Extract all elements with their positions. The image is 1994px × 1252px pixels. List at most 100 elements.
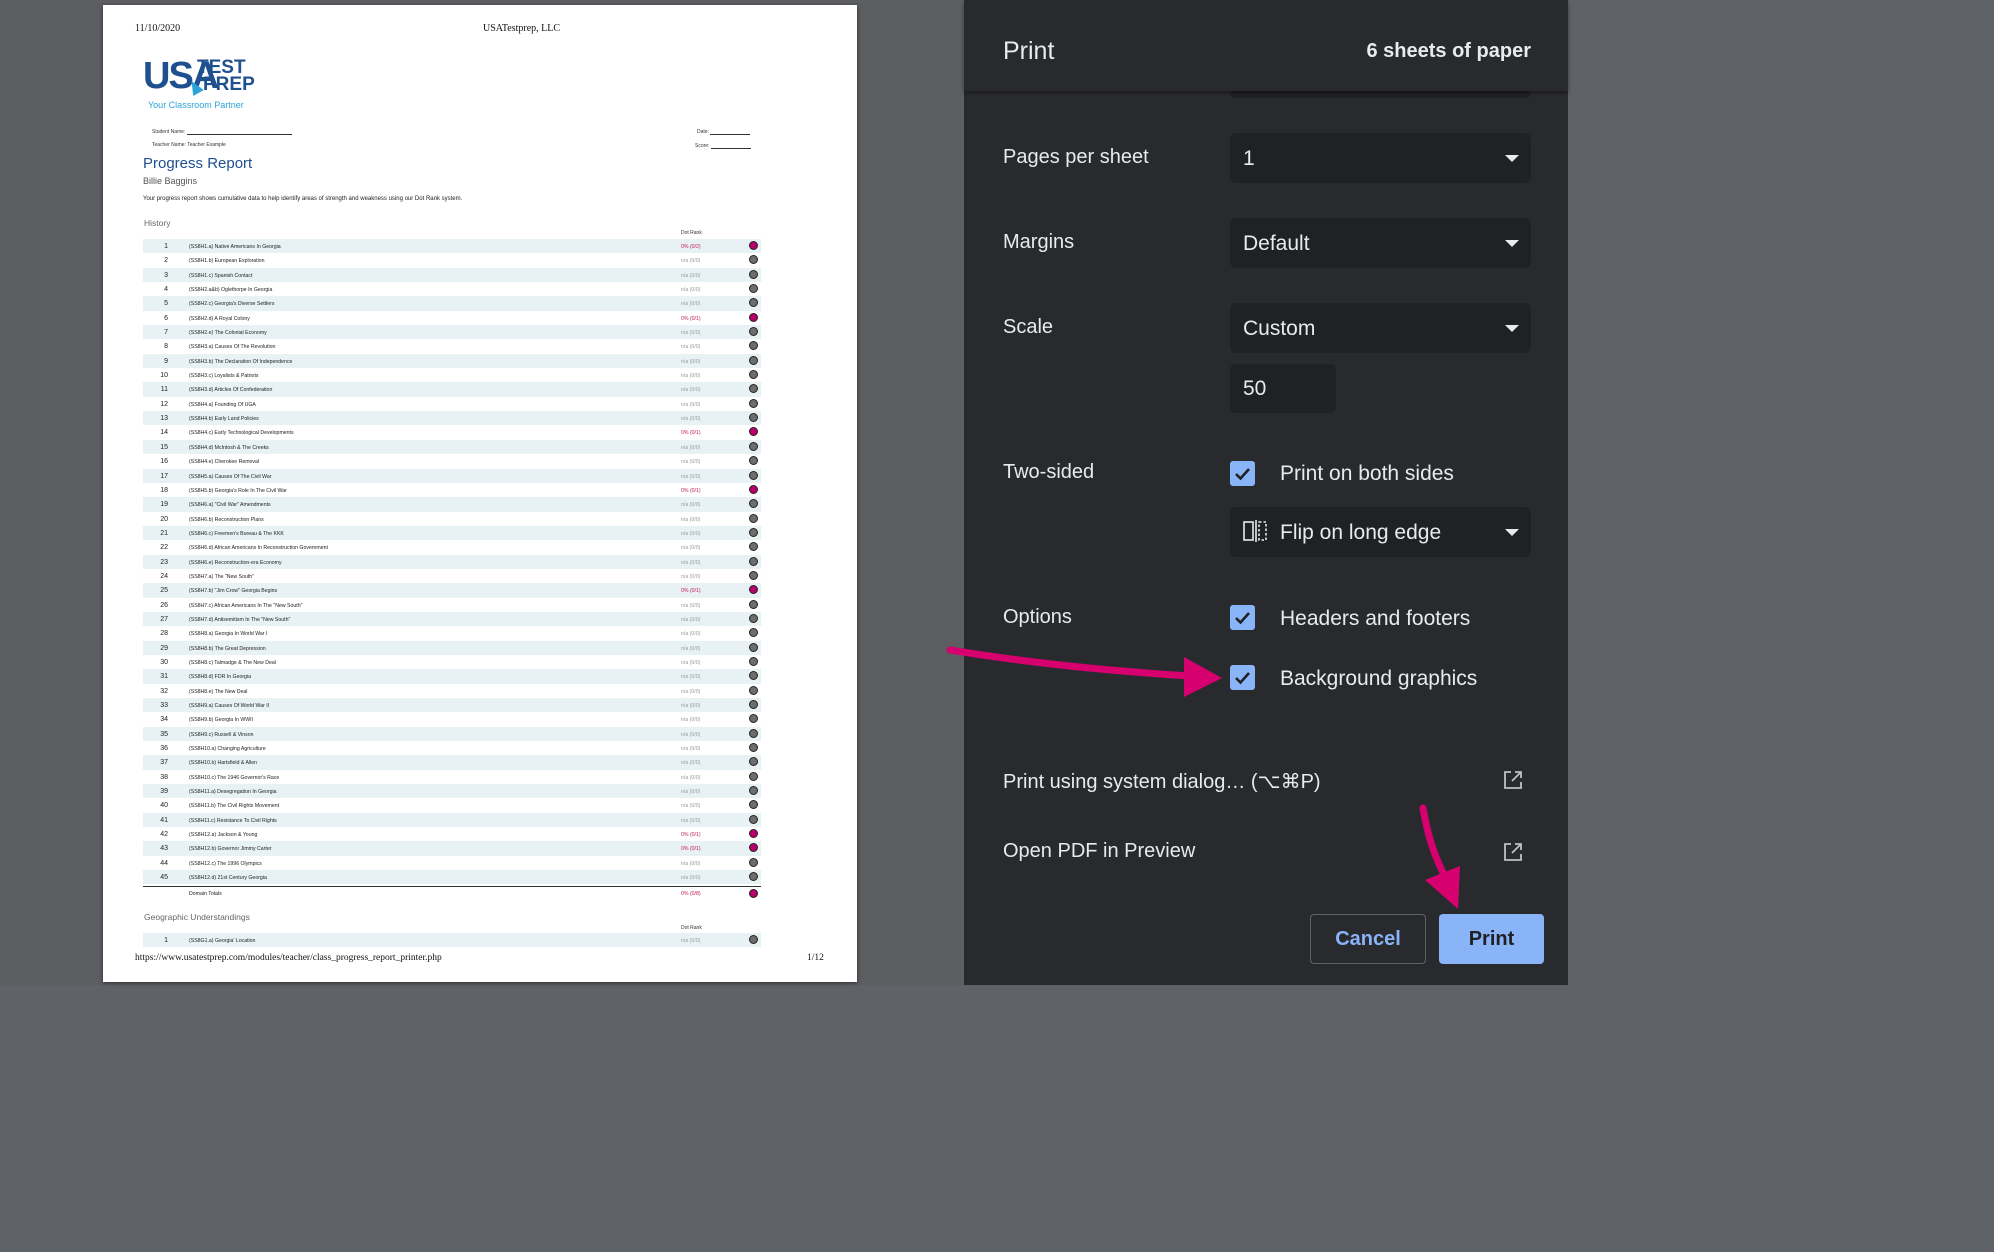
scale-value: Custom	[1243, 317, 1316, 340]
section-title-geography: Geographic Understandings	[144, 912, 250, 922]
score-percent: n/a (0/0)	[681, 344, 701, 351]
score-percent: n/a (0/0)	[681, 459, 701, 466]
dot-rank-indicator	[749, 685, 758, 695]
headers-footers-label[interactable]: Headers and footers	[1280, 607, 1470, 631]
table-row: 18 (SS8H5.b) Georgia's Role In The Civil …	[143, 483, 761, 497]
dot-rank-indicator	[749, 355, 758, 365]
panel-title: Print	[1003, 37, 1055, 65]
row-number: 4	[164, 286, 168, 294]
footer-url: https://www.usatestprep.com/modules/teac…	[135, 953, 442, 963]
background-graphics-checkbox[interactable]	[1230, 665, 1255, 690]
table-row: 35 (SS8H9.c) Russell & Vinson n/a (0/0)	[143, 726, 761, 742]
score-field: Score:	[695, 143, 751, 149]
dot-rank-indicator	[749, 413, 758, 423]
dot-rank-header-2: Dot Rank	[681, 925, 702, 931]
print-button[interactable]: Print	[1439, 914, 1544, 964]
standard-name: (SS8H8.e) The New Deal	[189, 688, 248, 695]
dot-rank-indicator	[749, 312, 758, 322]
checkmark-icon	[1235, 672, 1250, 685]
standard-name: (SS8H12.b) Governor Jimmy Carter	[189, 846, 272, 853]
pages-per-sheet-select[interactable]: 1	[1230, 133, 1531, 183]
score-percent: n/a (0/0)	[681, 401, 701, 408]
standard-name: (SS8H10.b) Hartsfield & Allen	[189, 760, 258, 767]
score-percent: n/a (0/0)	[681, 645, 701, 652]
open-pdf-preview-link[interactable]: Open PDF in Preview	[1003, 840, 1195, 863]
row-number: 17	[160, 472, 168, 480]
standard-name: (SS8H4.d) McIntosh & The Creeks	[189, 444, 269, 451]
score-percent: n/a (0/0)	[681, 938, 701, 944]
row-number: 6	[164, 314, 168, 322]
dot-rank-indicator	[749, 470, 758, 480]
row-number: 20	[160, 515, 168, 523]
standard-name: (SS8H6.b) Reconstruction Plans	[189, 516, 264, 523]
standard-name: (SS8H9.b) Georgia In WWII	[189, 717, 253, 724]
table-row: 16 (SS8H4.e) Cherokee Removal n/a (0/0)	[143, 454, 761, 468]
dot-rank-indicator	[749, 714, 758, 724]
dot-rank-indicator	[749, 370, 758, 380]
table-row: 45 (SS8H12.d) 21st Century Georgia n/a (0/…	[143, 870, 761, 885]
table-row: 6 (SS8H2.d) A Royal Colony 0% (0/1)	[143, 311, 761, 325]
row-number: 9	[164, 357, 168, 365]
score-percent: n/a (0/0)	[681, 530, 701, 537]
dot-rank-indicator	[749, 241, 758, 250]
table-row: 23 (SS8H6.e) Reconstruction-era Economy n/…	[143, 554, 761, 569]
dot-rank-indicator	[749, 757, 758, 767]
score-percent: n/a (0/0)	[681, 301, 701, 308]
standard-name: (SS8H3.d) Articles Of Confederation	[189, 387, 273, 394]
dot-rank-indicator	[749, 786, 758, 796]
score-percent: 0% (0/1)	[681, 832, 701, 839]
row-number: 3	[164, 271, 168, 279]
table-row: 41 (SS8H11.c) Resistance To Civil Rights n…	[143, 812, 761, 828]
headers-footers-checkbox[interactable]	[1230, 605, 1255, 630]
background-graphics-label[interactable]: Background graphics	[1280, 667, 1477, 691]
flip-edge-select[interactable]: Flip on long edge	[1230, 507, 1531, 557]
standard-name: (SS8H8.a) Georgia In World War I	[189, 631, 268, 638]
domain-totals-row: Domain Totals 0% (0/8)	[143, 886, 761, 901]
open-external-icon[interactable]	[1502, 769, 1524, 791]
standard-name: (SS8H7.b) "Jim Crow" Georgia Begins	[189, 588, 278, 595]
cancel-button[interactable]: Cancel	[1310, 914, 1426, 964]
dot-rank-indicator	[749, 642, 758, 652]
score-percent: n/a (0/0)	[681, 616, 701, 623]
standard-name: (SS8H7.c) African Americans In The "New …	[189, 602, 303, 609]
page-header-company: USATestprep, LLC	[483, 23, 561, 34]
table-row: 31 (SS8H8.d) FDR In Georgia n/a (0/0)	[143, 669, 761, 684]
open-external-icon[interactable]	[1502, 841, 1524, 863]
print-both-sides-label[interactable]: Print on both sides	[1280, 462, 1454, 486]
table-row: 7 (SS8H2.e) The Colonial Economy n/a (0/0)	[143, 325, 761, 340]
table-row: 43 (SS8H12.b) Governor Jimmy Carter 0% (0/…	[143, 841, 761, 856]
table-row: 22 (SS8H6.d) African Americans In Reconst…	[143, 540, 761, 554]
table-row: 38 (SS8H10.c) The 1946 Governor's Race n/a…	[143, 770, 761, 784]
table-row: 5 (SS8H2.c) Georgia's Diverse Settlers n/a…	[143, 296, 761, 311]
flip-edge-value: Flip on long edge	[1280, 521, 1442, 544]
dot-rank-indicator	[749, 527, 758, 537]
dot-rank-indicator	[749, 556, 758, 566]
table-row: 15 (SS8H4.d) McIntosh & The Creeks n/a (0/…	[143, 439, 761, 455]
totals-dot	[749, 889, 758, 898]
dot-rank-indicator	[749, 613, 758, 623]
two-sided-label: Two-sided	[1003, 461, 1095, 483]
system-dialog-link[interactable]: Print using system dialog… (⌥⌘P)	[1003, 769, 1321, 794]
margins-select[interactable]: Default	[1230, 218, 1531, 268]
dot-rank-indicator	[749, 384, 758, 394]
geography-table: 1 (SS8G1.a) Georgia' Location n/a (0/0)	[143, 933, 761, 948]
row-number: 44	[160, 859, 168, 867]
row-number: 28	[160, 630, 168, 638]
scale-select[interactable]: Custom	[1230, 303, 1531, 353]
scale-custom-input[interactable]: 50	[1230, 364, 1336, 413]
date-field: Date:	[697, 129, 751, 135]
row-number: 37	[160, 759, 168, 767]
row-number: 30	[160, 658, 168, 666]
table-row: 26 (SS8H7.c) African Americans In The "Ne…	[143, 598, 761, 612]
table-row: 40 (SS8H11.b) The Civil Rights Movement n/…	[143, 798, 761, 812]
checkmark-icon	[1235, 612, 1250, 625]
score-percent: n/a (0/0)	[681, 746, 701, 753]
report-title: Progress Report	[143, 155, 253, 172]
standard-name: (SS8H4.a) Founding Of UGA	[189, 401, 256, 408]
score-percent: n/a (0/0)	[681, 659, 701, 666]
margins-label: Margins	[1003, 231, 1075, 253]
dot-rank-indicator	[749, 872, 758, 882]
dot-rank-indicator	[749, 499, 758, 509]
row-number: 2	[164, 257, 168, 265]
print-both-sides-checkbox[interactable]	[1230, 461, 1255, 486]
